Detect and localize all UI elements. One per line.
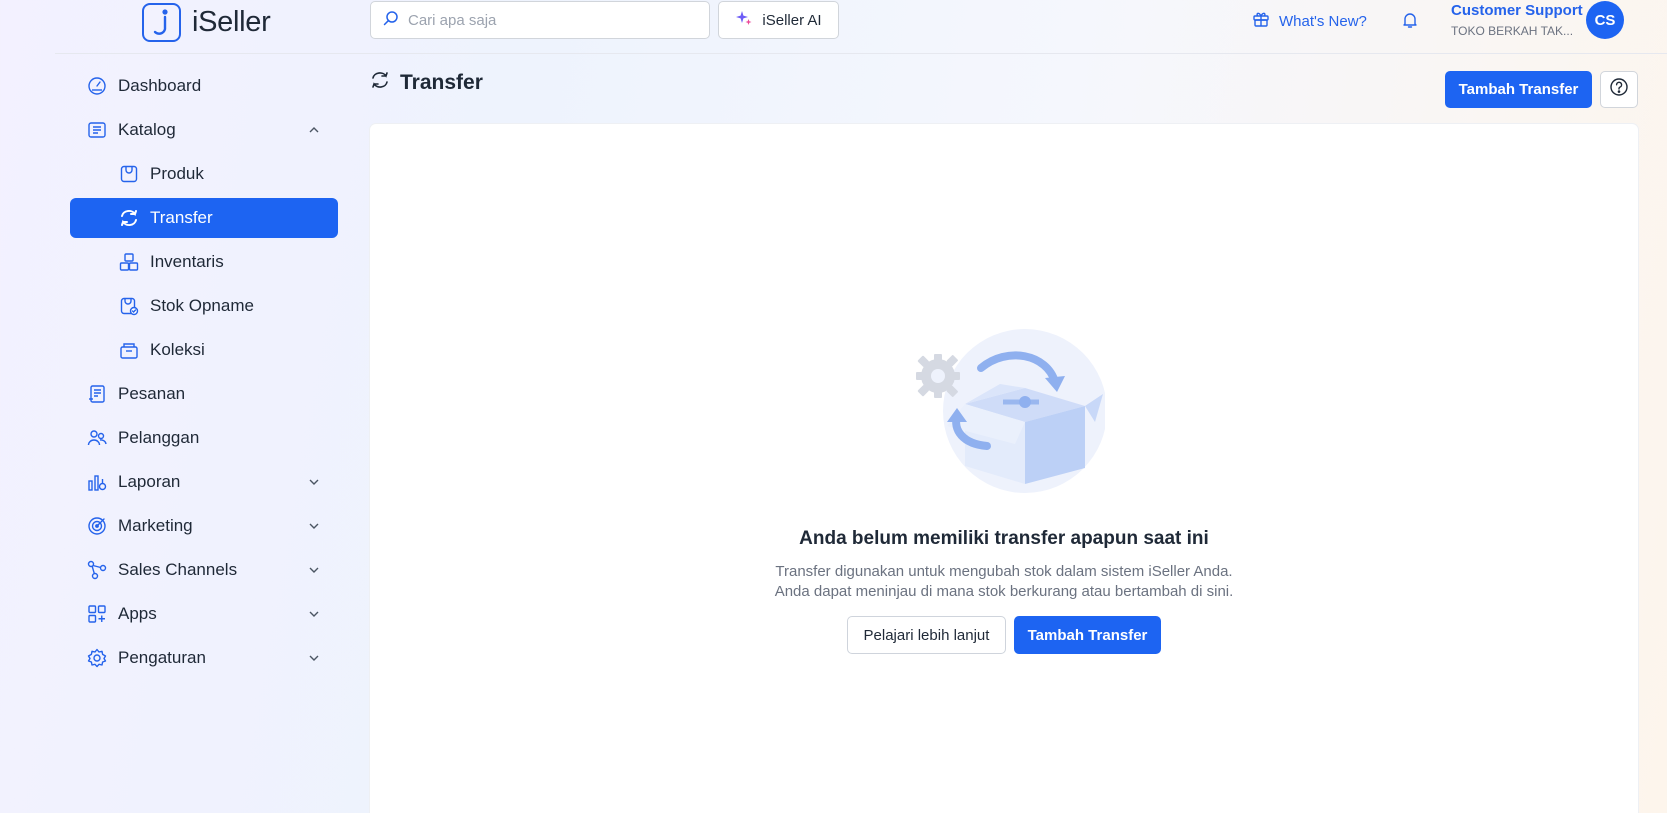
user-menu[interactable]: Customer Support TOKO BERKAH TAK... [1451,2,1583,38]
avatar[interactable]: CS [1586,1,1624,39]
sidebar-item-apps[interactable]: Apps [70,594,338,634]
empty-state-desc-line-1: Transfer digunakan untuk mengubah stok d… [775,563,1233,580]
brand-logo[interactable]: iSeller [142,3,271,42]
sales-channels-icon [87,560,107,580]
bell-icon[interactable] [1401,11,1419,34]
whats-new-label: What's New? [1279,12,1367,30]
sidebar-item-label: Marketing [118,516,193,535]
settings-icon [87,648,107,668]
empty-state-description: Transfer digunakan untuk mengubah stok d… [370,562,1638,602]
top-bar: iSeller iSeller AI What's New? Customer … [0,0,1667,54]
reports-icon [87,472,107,492]
sidebar-item-label: Pesanan [118,384,186,403]
sidebar-item-label: Katalog [118,120,176,139]
sidebar-item-label: Pelanggan [118,428,200,447]
sidebar-item-label: Transfer [150,208,213,227]
iseller-ai-label: iSeller AI [762,11,822,29]
sidebar-item-label: Sales Channels [118,560,238,579]
sidebar-item-label: Stok Opname [150,296,254,315]
orders-icon [87,384,107,404]
gift-icon [1252,10,1270,32]
chevron-down-icon [307,518,321,538]
empty-add-transfer-button[interactable]: Tambah Transfer [1014,616,1161,654]
sidebar-item-label: Produk [150,164,204,183]
catalog-icon [87,120,107,140]
sidebar-item-sales-channels[interactable]: Sales Channels [70,550,338,590]
search-box[interactable] [370,1,710,39]
empty-state-actions: Pelajari lebih lanjut Tambah Transfer [847,616,1161,654]
iseller-ai-button[interactable]: iSeller AI [718,1,839,39]
sidebar-item-katalog[interactable]: Katalog [70,110,338,150]
store-name: TOKO BERKAH TAK... [1451,24,1574,38]
sidebar-item-transfer[interactable]: Transfer [70,198,338,238]
stock-opname-icon [119,296,139,316]
sidebar: Dashboard Katalog Produk Transfer Invent… [70,66,338,682]
sidebar-item-marketing[interactable]: Marketing [70,506,338,546]
sidebar-item-pesanan[interactable]: Pesanan [70,374,338,414]
help-icon [1609,77,1629,102]
empty-transfer-illustration [905,326,1107,501]
sidebar-item-label: Dashboard [118,76,202,95]
chevron-down-icon [307,606,321,626]
sparkle-icon [735,9,753,31]
product-icon [119,164,139,184]
sidebar-item-label: Pengaturan [118,648,206,667]
customers-icon [87,428,107,448]
chevron-down-icon [307,474,321,494]
chevron-down-icon [307,562,321,582]
transfer-icon [119,208,139,228]
chevron-down-icon [307,650,321,670]
whats-new-link[interactable]: What's New? [1252,10,1367,32]
search-input[interactable] [408,11,688,29]
dashboard-icon [87,76,107,96]
page-header: Transfer [370,70,483,95]
sidebar-item-stok-opname[interactable]: Stok Opname [70,286,338,326]
apps-icon [87,604,107,624]
collection-icon [119,340,139,360]
inventory-icon [119,252,139,272]
sidebar-item-label: Inventaris [150,252,224,271]
sidebar-item-koleksi[interactable]: Koleksi [70,330,338,370]
iseller-logo-icon [142,3,181,42]
learn-more-button[interactable]: Pelajari lebih lanjut [847,616,1006,654]
empty-state-title: Anda belum memiliki transfer apapun saat… [799,528,1209,549]
sidebar-item-produk[interactable]: Produk [70,154,338,194]
sidebar-item-dashboard[interactable]: Dashboard [70,66,338,106]
chevron-up-icon [307,122,321,142]
transfer-icon [370,70,390,95]
search-icon [383,10,399,31]
sidebar-item-pelanggan[interactable]: Pelanggan [70,418,338,458]
sidebar-item-pengaturan[interactable]: Pengaturan [70,638,338,678]
user-name: Customer Support [1451,2,1583,19]
sidebar-item-label: Apps [118,604,157,623]
marketing-icon [87,516,107,536]
sidebar-item-laporan[interactable]: Laporan [70,462,338,502]
sidebar-item-inventaris[interactable]: Inventaris [70,242,338,282]
sidebar-item-label: Koleksi [150,340,205,359]
empty-state-desc-line-2: Anda dapat meninjau di mana stok berkura… [774,583,1234,600]
header-divider [55,53,1667,54]
add-transfer-button[interactable]: Tambah Transfer [1445,71,1592,108]
page-title: Transfer [400,70,483,94]
help-button[interactable] [1600,71,1638,108]
empty-state-card: Anda belum memiliki transfer apapun saat… [370,124,1638,813]
sidebar-item-label: Laporan [118,472,181,491]
brand-name: iSeller [192,6,271,38]
